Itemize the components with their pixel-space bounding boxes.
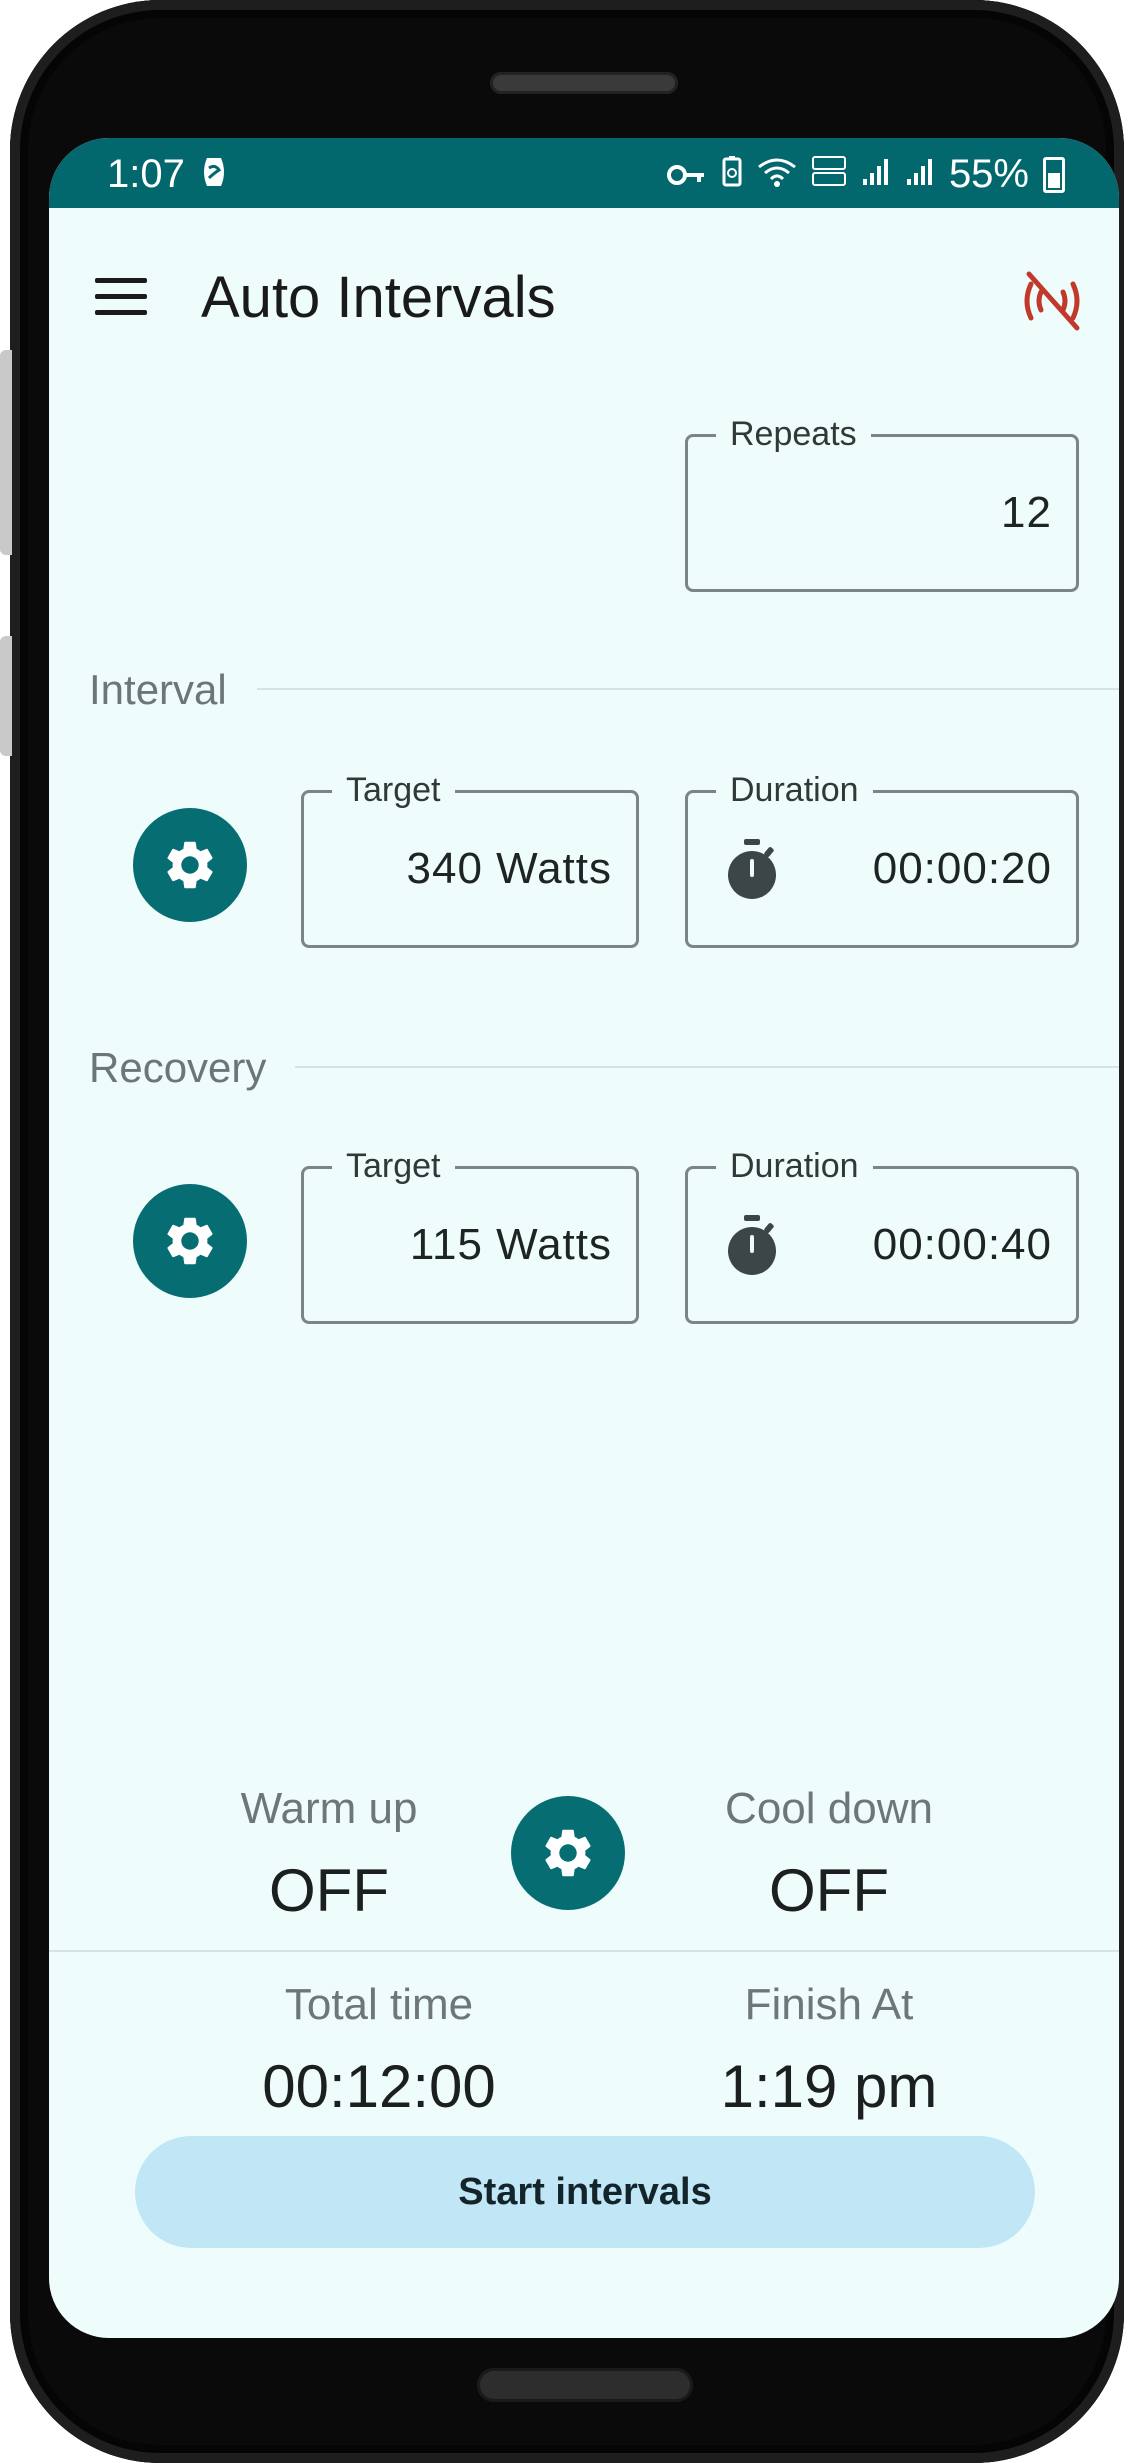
side-button-upper (0, 350, 12, 555)
finish-at-value: 1:19 pm (720, 2053, 938, 2120)
battery-saver-icon (721, 152, 743, 197)
stopwatch-icon (724, 793, 780, 945)
wifi-icon (757, 152, 797, 197)
phone-frame: 1:07 55% Auto Intervals Repeats 12 Inter… (10, 0, 1124, 2463)
side-button-lower (0, 636, 12, 756)
warmup-cooldown-settings-button[interactable] (511, 1796, 625, 1910)
warmup-value[interactable]: OFF (209, 1856, 449, 1925)
volte-icon (811, 152, 847, 197)
recovery-target-value: 115 Watts (409, 1220, 612, 1269)
bluetooth-disabled-icon[interactable] (1017, 268, 1087, 334)
repeats-field[interactable]: Repeats 12 (685, 415, 1079, 592)
start-intervals-button[interactable]: Start intervals (135, 2136, 1035, 2248)
total-time-value: 00:12:00 (262, 2053, 496, 2120)
recovery-duration-value: 00:00:40 (872, 1220, 1052, 1269)
recovery-section-label: Recovery (89, 1044, 267, 1091)
repeats-value: 12 (1001, 488, 1052, 537)
surfshark-icon (199, 156, 229, 196)
summary-divider (49, 1950, 1119, 1952)
total-time-label: Total time (284, 1980, 474, 2029)
earpiece-speaker (490, 72, 678, 94)
interval-target-field[interactable]: Target 340 Watts (301, 771, 639, 948)
interval-target-value: 340 Watts (406, 844, 612, 893)
vpn-key-icon (666, 152, 707, 197)
menu-icon[interactable] (95, 278, 147, 318)
finish-at-label: Finish At (744, 1980, 914, 2029)
gear-icon (167, 1217, 213, 1265)
battery-icon (1043, 156, 1065, 193)
repeats-label: Repeats (716, 415, 871, 454)
recovery-target-field[interactable]: Target 115 Watts (301, 1147, 639, 1324)
signal-sim2-icon (905, 152, 935, 197)
interval-duration-field[interactable]: Duration 00:00:20 (685, 771, 1079, 948)
status-icons: 55% (666, 152, 1065, 197)
status-time: 1:07 (107, 152, 185, 196)
interval-duration-value: 00:00:20 (872, 844, 1052, 893)
app-screen: 1:07 55% Auto Intervals Repeats 12 Inter… (49, 138, 1119, 2338)
recovery-divider (295, 1066, 1119, 1068)
recovery-settings-button[interactable] (133, 1184, 247, 1298)
stopwatch-icon (724, 1169, 780, 1321)
interval-section-label: Interval (89, 666, 227, 713)
page-title: Auto Intervals (201, 265, 556, 330)
battery-percent: 55% (948, 152, 1029, 196)
status-bar: 1:07 55% (49, 138, 1119, 208)
gear-icon (545, 1829, 591, 1877)
cooldown-label: Cool down (725, 1784, 933, 1833)
warmup-label: Warm up (240, 1784, 418, 1833)
signal-sim1-icon (861, 152, 891, 197)
cooldown-value[interactable]: OFF (669, 1856, 989, 1925)
interval-settings-button[interactable] (133, 808, 247, 922)
gear-icon (167, 841, 213, 889)
home-bar (477, 2368, 693, 2402)
recovery-duration-field[interactable]: Duration 00:00:40 (685, 1147, 1079, 1324)
interval-divider (257, 688, 1119, 690)
